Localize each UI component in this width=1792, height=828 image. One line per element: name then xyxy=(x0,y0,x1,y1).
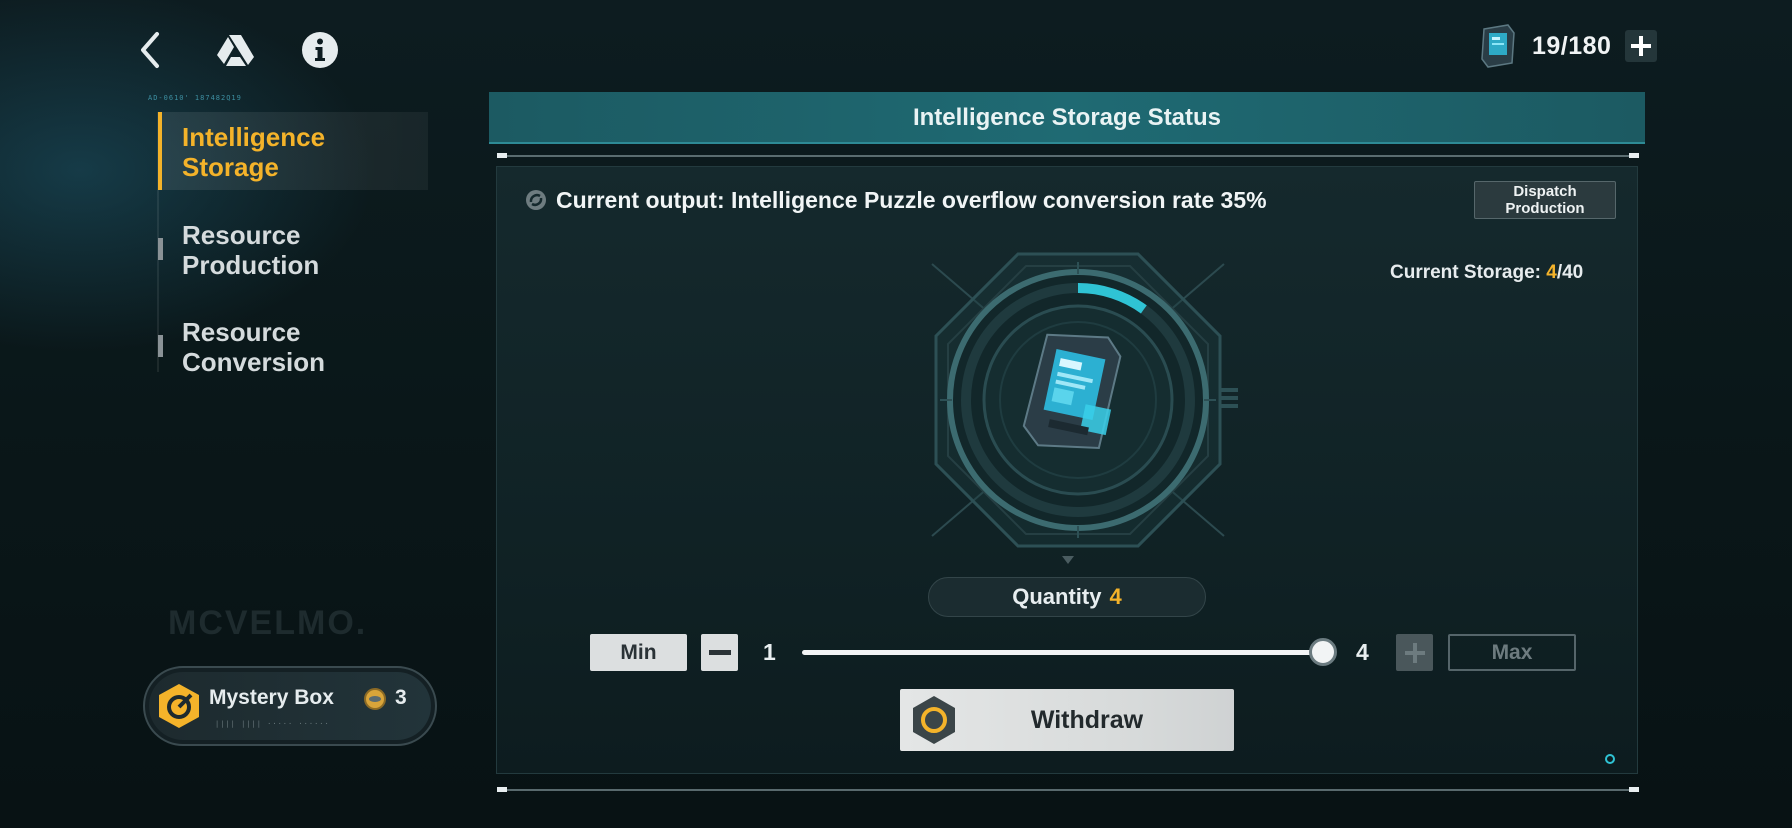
quantity-slider[interactable] xyxy=(802,650,1322,655)
sidebar-code-text: AD-0610' 187482Q19 xyxy=(148,94,242,102)
dispatch-production-button[interactable]: Dispatch Production xyxy=(1474,181,1616,219)
rule-cap xyxy=(497,787,507,792)
triangle-logo-icon xyxy=(217,35,254,66)
drive-button[interactable] xyxy=(213,28,257,72)
mystery-box-button[interactable]: Mystery Box 3 |||| |||| ····· ······ xyxy=(143,666,437,746)
sidebar-tick xyxy=(158,238,163,260)
sidebar-item-resource-conversion[interactable]: Resource Conversion xyxy=(158,315,428,381)
panel-title: Intelligence Storage Status xyxy=(912,104,1222,131)
plus-icon xyxy=(1631,36,1652,56)
min-label: Min xyxy=(620,640,657,664)
mystery-box-count: 3 xyxy=(395,686,407,709)
sidebar-tick xyxy=(158,335,163,357)
intel-puzzle-icon xyxy=(1481,24,1515,68)
current-storage: Current Storage: 4/40 xyxy=(1390,262,1583,284)
sidebar-watermark: MCVELMO. xyxy=(168,604,368,642)
plus-icon xyxy=(1404,642,1425,663)
max-button[interactable]: Max xyxy=(1448,634,1576,671)
mystery-box-icon xyxy=(159,684,199,728)
conversion-icon xyxy=(526,190,546,210)
caret-down-icon xyxy=(1062,556,1074,564)
withdraw-button[interactable]: Withdraw xyxy=(900,689,1234,751)
sidebar-item-label: Resource Conversion xyxy=(182,317,326,377)
minus-icon xyxy=(708,649,731,655)
info-button[interactable] xyxy=(298,28,342,72)
mystery-box-code: |||| |||| ····· ······ xyxy=(215,720,330,728)
current-output: Current output: Intelligence Puzzle over… xyxy=(524,184,1267,216)
chevron-left-icon xyxy=(141,32,159,68)
status-dot-icon xyxy=(1605,754,1615,764)
mystery-box-label: Mystery Box xyxy=(209,686,334,709)
decrement-button[interactable] xyxy=(701,634,738,671)
rule-cap xyxy=(1629,787,1639,792)
rule-cap xyxy=(1629,153,1639,158)
footer-rule xyxy=(497,789,1639,791)
quantity-value: 4 xyxy=(1109,584,1122,609)
coin-icon xyxy=(364,688,386,710)
dispatch-label: Dispatch Production xyxy=(1505,183,1585,217)
output-text: Current output: Intelligence Puzzle over… xyxy=(556,186,1267,213)
panel-header: Intelligence Storage Status xyxy=(489,92,1645,144)
storage-label: Current Storage: xyxy=(1390,262,1541,283)
storage-dial xyxy=(931,252,1238,548)
max-label: Max xyxy=(1491,640,1533,664)
quantity-display: Quantity 4 xyxy=(928,577,1206,617)
increment-button[interactable] xyxy=(1396,634,1433,671)
resource-counter: 19/180 xyxy=(1478,22,1658,70)
storage-max: /40 xyxy=(1556,262,1584,283)
sidebar-item-intelligence-storage[interactable]: Intelligence Storage xyxy=(158,112,428,190)
sidebar-item-label: Intelligence Storage xyxy=(182,122,326,182)
header-rule xyxy=(497,155,1639,157)
sidebar-item-resource-production[interactable]: Resource Production xyxy=(158,218,428,284)
slider-handle[interactable] xyxy=(1309,638,1337,666)
min-button[interactable]: Min xyxy=(590,634,687,671)
back-button[interactable] xyxy=(128,28,172,72)
rule-cap xyxy=(497,153,507,158)
sidebar-item-label: Resource Production xyxy=(182,220,320,280)
add-resource-button[interactable] xyxy=(1625,30,1658,62)
storage-current: 4 xyxy=(1546,262,1557,283)
slider-max-value: 4 xyxy=(1356,639,1369,665)
withdraw-label: Withdraw xyxy=(1030,706,1144,734)
slider-min-value: 1 xyxy=(763,639,776,665)
quantity-label: Quantity xyxy=(1012,584,1102,609)
resource-count: 19/180 xyxy=(1532,31,1612,60)
info-icon xyxy=(302,32,338,68)
